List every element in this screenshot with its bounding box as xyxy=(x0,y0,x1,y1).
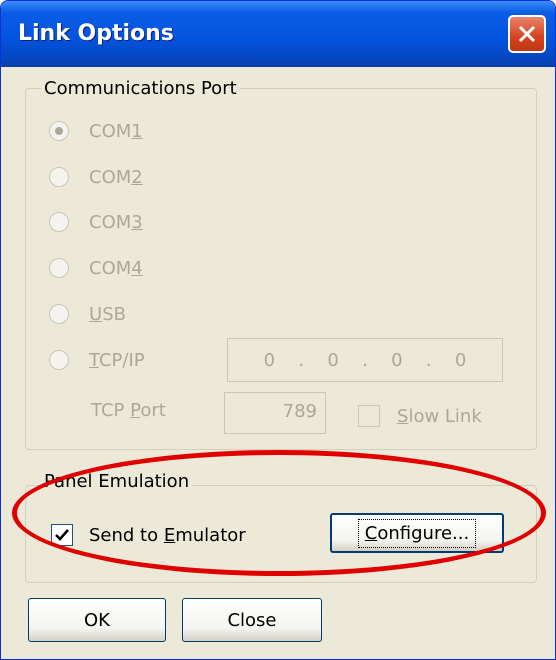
send-to-emulator-label: Send to Emulator xyxy=(89,524,246,546)
radio-button[interactable] xyxy=(49,212,69,232)
radio-com3[interactable]: COM3 xyxy=(49,209,143,235)
configure-button-label: Configure... xyxy=(357,518,477,548)
radio-label-usb: USB xyxy=(89,303,126,325)
radio-com1[interactable]: COM1 xyxy=(49,118,143,144)
radio-label-com4: COM4 xyxy=(89,257,143,279)
radio-button[interactable] xyxy=(49,350,69,370)
checkmark-icon xyxy=(55,529,69,541)
communications-port-legend: Communications Port xyxy=(41,78,240,100)
panel-emulation-legend: Panel Emulation xyxy=(41,471,193,493)
radio-tcpip[interactable]: TCP/IP xyxy=(49,347,145,373)
radio-label-com1: COM1 xyxy=(89,120,143,142)
ip-octet-4: 0 xyxy=(454,349,467,371)
ip-separator: . xyxy=(298,349,305,371)
radio-button[interactable] xyxy=(49,304,69,324)
ip-octet-3: 0 xyxy=(391,349,403,371)
slow-link-option[interactable]: Slow Link xyxy=(358,405,482,427)
ip-address-field[interactable]: 0 . 0 . 0 . 0 xyxy=(227,338,503,382)
send-to-emulator-checkbox[interactable] xyxy=(51,524,73,546)
radio-com2[interactable]: COM2 xyxy=(49,164,143,190)
dialog-client-area: Communications Port COM1 COM2 COM3 COM4 … xyxy=(5,67,551,655)
radio-usb[interactable]: USB xyxy=(49,301,126,327)
ip-octet-1: 0 xyxy=(263,349,276,371)
close-window-button[interactable] xyxy=(508,15,546,53)
radio-selected-dot xyxy=(55,127,63,135)
send-to-emulator-option[interactable]: Send to Emulator xyxy=(51,524,246,546)
configure-button[interactable]: Configure... xyxy=(330,513,504,553)
title-bar[interactable]: Link Options xyxy=(1,1,555,67)
link-options-dialog: Link Options Communications Port COM1 CO… xyxy=(0,0,556,660)
ip-separator: . xyxy=(362,349,368,371)
ip-separator: . xyxy=(425,349,432,371)
radio-button[interactable] xyxy=(49,258,69,278)
ip-octet-2: 0 xyxy=(327,349,339,371)
tcp-port-input[interactable]: 789 xyxy=(224,392,326,434)
close-x-icon xyxy=(518,25,536,43)
window-title: Link Options xyxy=(18,21,174,46)
radio-label-com3: COM3 xyxy=(89,211,143,233)
slow-link-label: Slow Link xyxy=(397,405,482,427)
radio-button[interactable] xyxy=(49,121,69,141)
radio-label-tcpip: TCP/IP xyxy=(89,349,145,371)
ok-button[interactable]: OK xyxy=(28,598,166,642)
radio-label-com2: COM2 xyxy=(89,166,143,188)
radio-button[interactable] xyxy=(49,167,69,187)
radio-com4[interactable]: COM4 xyxy=(49,255,143,281)
close-button[interactable]: Close xyxy=(182,598,322,642)
slow-link-checkbox[interactable] xyxy=(358,405,380,427)
tcp-port-label: TCP Port xyxy=(91,400,166,421)
